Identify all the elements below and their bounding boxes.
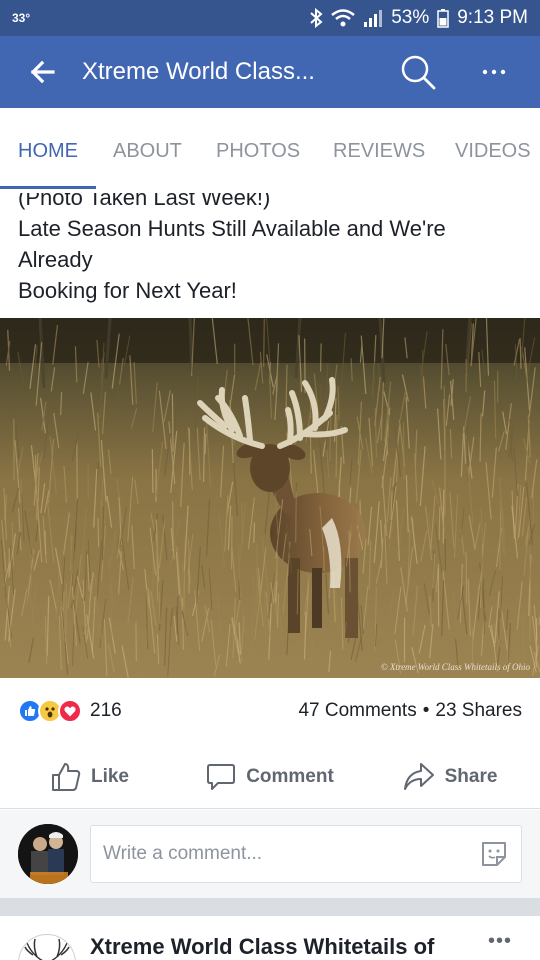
user-avatar[interactable] <box>18 824 78 884</box>
more-dots-icon <box>482 69 506 75</box>
bluetooth-icon <box>309 8 323 28</box>
like-button[interactable]: Like <box>0 745 180 809</box>
tab-about[interactable]: ABOUT <box>113 140 182 163</box>
post-text: (Photo Taken Last Week!) Late Season Hun… <box>18 182 528 306</box>
deer-photo-illustration <box>0 318 540 678</box>
post-photo[interactable]: © Xtreme World Class Whitetails of Ohio <box>0 318 540 678</box>
like-label: Like <box>90 765 130 787</box>
page-title: Xtreme World Class... <box>82 58 315 85</box>
post-text-line: Booking for Next Year! <box>18 278 237 303</box>
post-options-button[interactable]: ••• <box>488 930 512 953</box>
post-text-line: Already <box>18 247 93 272</box>
share-button[interactable]: Share <box>360 745 540 809</box>
back-button[interactable] <box>0 36 82 108</box>
separator-dot: • <box>422 700 430 721</box>
post-text-line: Late Season Hunts Still Available and We… <box>18 216 446 241</box>
wifi-icon <box>331 9 355 27</box>
avatar-photo <box>18 824 78 884</box>
comments-count[interactable]: 47 Comments <box>298 700 416 722</box>
love-reaction-icon <box>58 699 82 723</box>
tab-bar-background: HOME ABOUT PHOTOS REVIEWS VIDEOS <box>0 108 540 193</box>
share-arrow-icon <box>403 762 434 790</box>
feed-separator <box>0 898 540 916</box>
signal-icon <box>363 9 383 27</box>
comment-button[interactable]: Comment <box>180 745 360 809</box>
search-icon <box>401 55 436 90</box>
search-button[interactable] <box>396 50 440 94</box>
battery-icon <box>437 8 449 28</box>
battery-percent: 53% <box>391 7 430 28</box>
shares-count[interactable]: 23 Shares <box>435 700 522 722</box>
back-arrow-icon <box>30 60 55 84</box>
tab-videos[interactable]: VIDEOS <box>455 140 531 163</box>
next-post-header: Xtreme World Class Whitetails of ••• <box>0 916 540 960</box>
more-options-button[interactable] <box>474 50 514 94</box>
sticker-icon[interactable] <box>479 839 509 869</box>
status-bar: 33° 53% 9:13 PM <box>0 0 540 36</box>
tab-reviews[interactable]: REVIEWS <box>333 140 425 163</box>
antler-logo-icon <box>24 938 70 960</box>
comment-placeholder: Write a comment... <box>103 843 263 864</box>
photo-watermark: © Xtreme World Class Whitetails of Ohio <box>380 662 530 672</box>
comment-input[interactable]: Write a comment... <box>90 825 522 883</box>
comment-bubble-icon <box>207 763 236 790</box>
thumbs-up-icon <box>51 762 81 791</box>
page-logo[interactable] <box>18 934 76 960</box>
tab-photos[interactable]: PHOTOS <box>216 140 300 163</box>
temperature-indicator: 33° <box>12 11 31 25</box>
page-name-link[interactable]: Xtreme World Class Whitetails of <box>90 934 434 960</box>
comment-composer: Write a comment... <box>0 810 540 898</box>
share-label: Share <box>444 765 498 787</box>
tab-home[interactable]: HOME <box>18 140 78 163</box>
reactions-summary[interactable]: 216 47 Comments • 23 Shares <box>0 692 540 730</box>
post-actions: Like Comment Share <box>0 745 540 809</box>
clock: 9:13 PM <box>457 7 528 28</box>
app-bar: Xtreme World Class... <box>0 36 540 108</box>
comment-label: Comment <box>246 765 334 787</box>
reaction-count: 216 <box>90 700 122 721</box>
active-tab-indicator <box>0 186 96 189</box>
